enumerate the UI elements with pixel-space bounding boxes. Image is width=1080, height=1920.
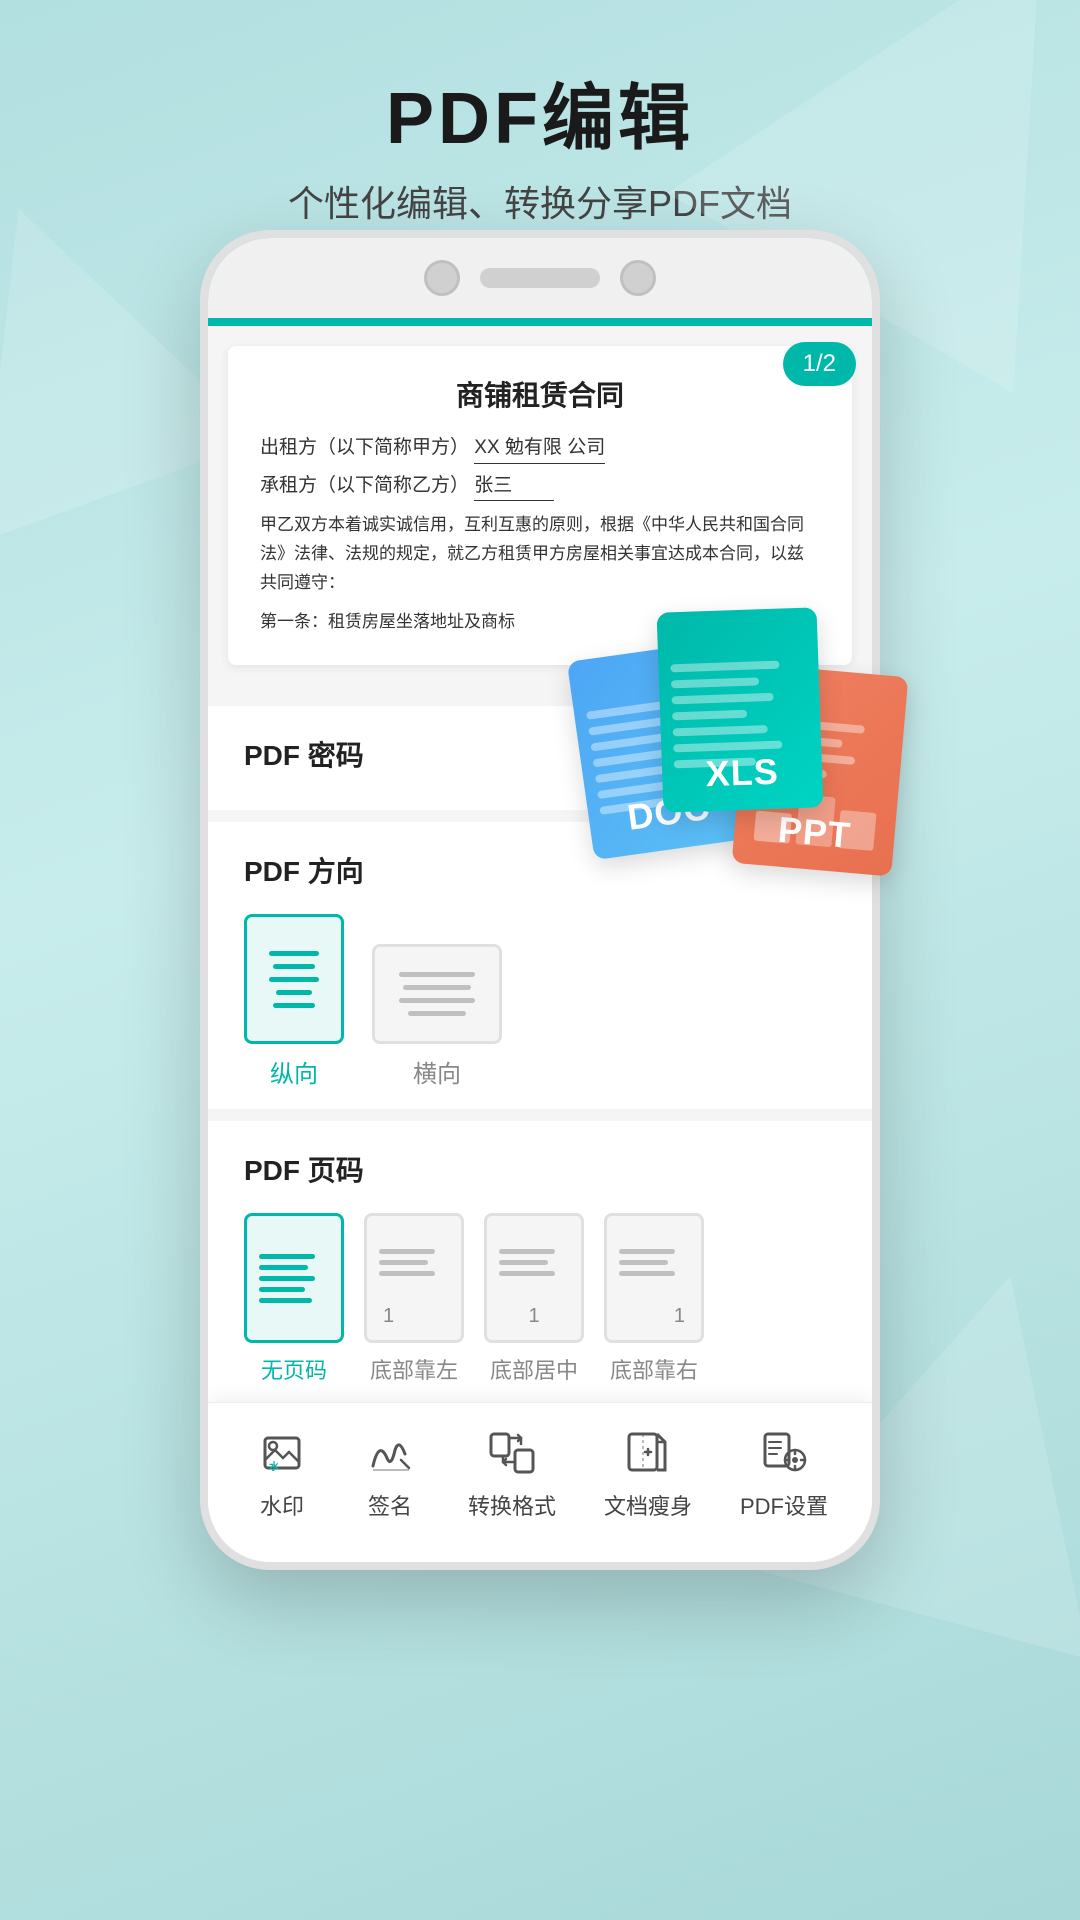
pagecode-row: 无页码 1 底部靠左	[244, 1205, 836, 1385]
pagecode-bl-label: 底部靠左	[370, 1353, 458, 1385]
pagecode-bl-icon: 1	[364, 1213, 464, 1343]
toolbar-settings-label: PDF设置	[740, 1489, 828, 1521]
camera-left	[424, 260, 460, 296]
pagecode-none-icon	[244, 1213, 344, 1343]
doc-line-1: 出租方（以下简称甲方） XX 勉有限 公司	[260, 434, 820, 464]
convert-icon	[482, 1425, 542, 1481]
phone-inner: ‹ PDF 编辑 分享 1/2 商铺租赁合同 出租方（以下简称甲方） XX 勉有…	[208, 238, 872, 1562]
camera-right	[620, 260, 656, 296]
doc-paper: 商铺租赁合同 出租方（以下简称甲方） XX 勉有限 公司 承租方（以下简称乙方）…	[228, 346, 852, 665]
toolbar-signature[interactable]: 签名	[360, 1425, 420, 1521]
pagecode-bottom-right[interactable]: 1 底部靠右	[604, 1213, 704, 1385]
pagecode-bottom-left[interactable]: 1 底部靠左	[364, 1213, 464, 1385]
direction-portrait[interactable]: 纵向	[244, 914, 344, 1089]
landscape-icon	[372, 944, 502, 1044]
landscape-label: 横向	[413, 1054, 461, 1089]
doc-paragraph: 甲乙双方本着诚实诚信用，互利互惠的原则，根据《中华人民共和国合同法》法律、法规的…	[260, 511, 820, 598]
speaker	[480, 268, 600, 288]
compress-icon	[618, 1425, 678, 1481]
signature-icon	[360, 1425, 420, 1481]
direction-landscape[interactable]: 横向	[372, 944, 502, 1089]
portrait-icon	[244, 914, 344, 1044]
doc-title: 商铺租赁合同	[260, 374, 820, 414]
watermark-icon: 水	[252, 1425, 312, 1481]
toolbar-watermark-label: 水印	[260, 1489, 304, 1521]
bottom-toolbar: 水 水印 签名	[208, 1402, 872, 1562]
pdf-pagecode-title: PDF 页码	[244, 1149, 836, 1189]
svg-text:水: 水	[268, 1460, 280, 1473]
pagecode-bc-label: 底部居中	[490, 1353, 578, 1385]
pdf-direction-title: PDF 方向	[244, 850, 836, 890]
settings-icon	[754, 1425, 814, 1481]
pagecode-none-label: 无页码	[261, 1353, 327, 1385]
pagecode-br-icon: 1	[604, 1213, 704, 1343]
toolbar-signature-label: 签名	[368, 1489, 412, 1521]
phone-outer: ‹ PDF 编辑 分享 1/2 商铺租赁合同 出租方（以下简称甲方） XX 勉有…	[200, 230, 880, 1570]
doc-clause: 第一条：租赁房屋坐落地址及商标	[260, 608, 820, 637]
phone-mockup: ‹ PDF 编辑 分享 1/2 商铺租赁合同 出租方（以下简称甲方） XX 勉有…	[180, 230, 900, 1610]
pdf-password-title: PDF 密码	[244, 734, 836, 774]
pagecode-bottom-center[interactable]: 1 底部居中	[484, 1213, 584, 1385]
pagecode-bc-icon: 1	[484, 1213, 584, 1343]
pdf-direction-section: PDF 方向 纵向	[208, 822, 872, 1121]
toolbar-compress-label: 文档瘦身	[604, 1489, 692, 1521]
direction-row: 纵向 横向	[244, 906, 836, 1089]
doc-line-2: 承租方（以下简称乙方） 张三	[260, 472, 820, 502]
pagecode-none[interactable]: 无页码	[244, 1213, 344, 1385]
pdf-pagecode-section: PDF 页码	[208, 1121, 872, 1405]
toolbar-watermark[interactable]: 水 水印	[252, 1425, 312, 1521]
page-badge: 1/2	[783, 342, 856, 386]
toolbar-compress[interactable]: 文档瘦身	[604, 1425, 692, 1521]
toolbar-convert-label: 转换格式	[468, 1489, 556, 1521]
portrait-label: 纵向	[270, 1054, 318, 1089]
pdf-password-section: PDF 密码	[208, 706, 872, 822]
toolbar-convert[interactable]: 转换格式	[468, 1425, 556, 1521]
pagecode-br-label: 底部靠右	[610, 1353, 698, 1385]
doc-area: 1/2 商铺租赁合同 出租方（以下简称甲方） XX 勉有限 公司 承租方（以下简…	[208, 326, 872, 706]
phone-notch	[208, 238, 872, 318]
toolbar-settings[interactable]: PDF设置	[740, 1425, 828, 1521]
